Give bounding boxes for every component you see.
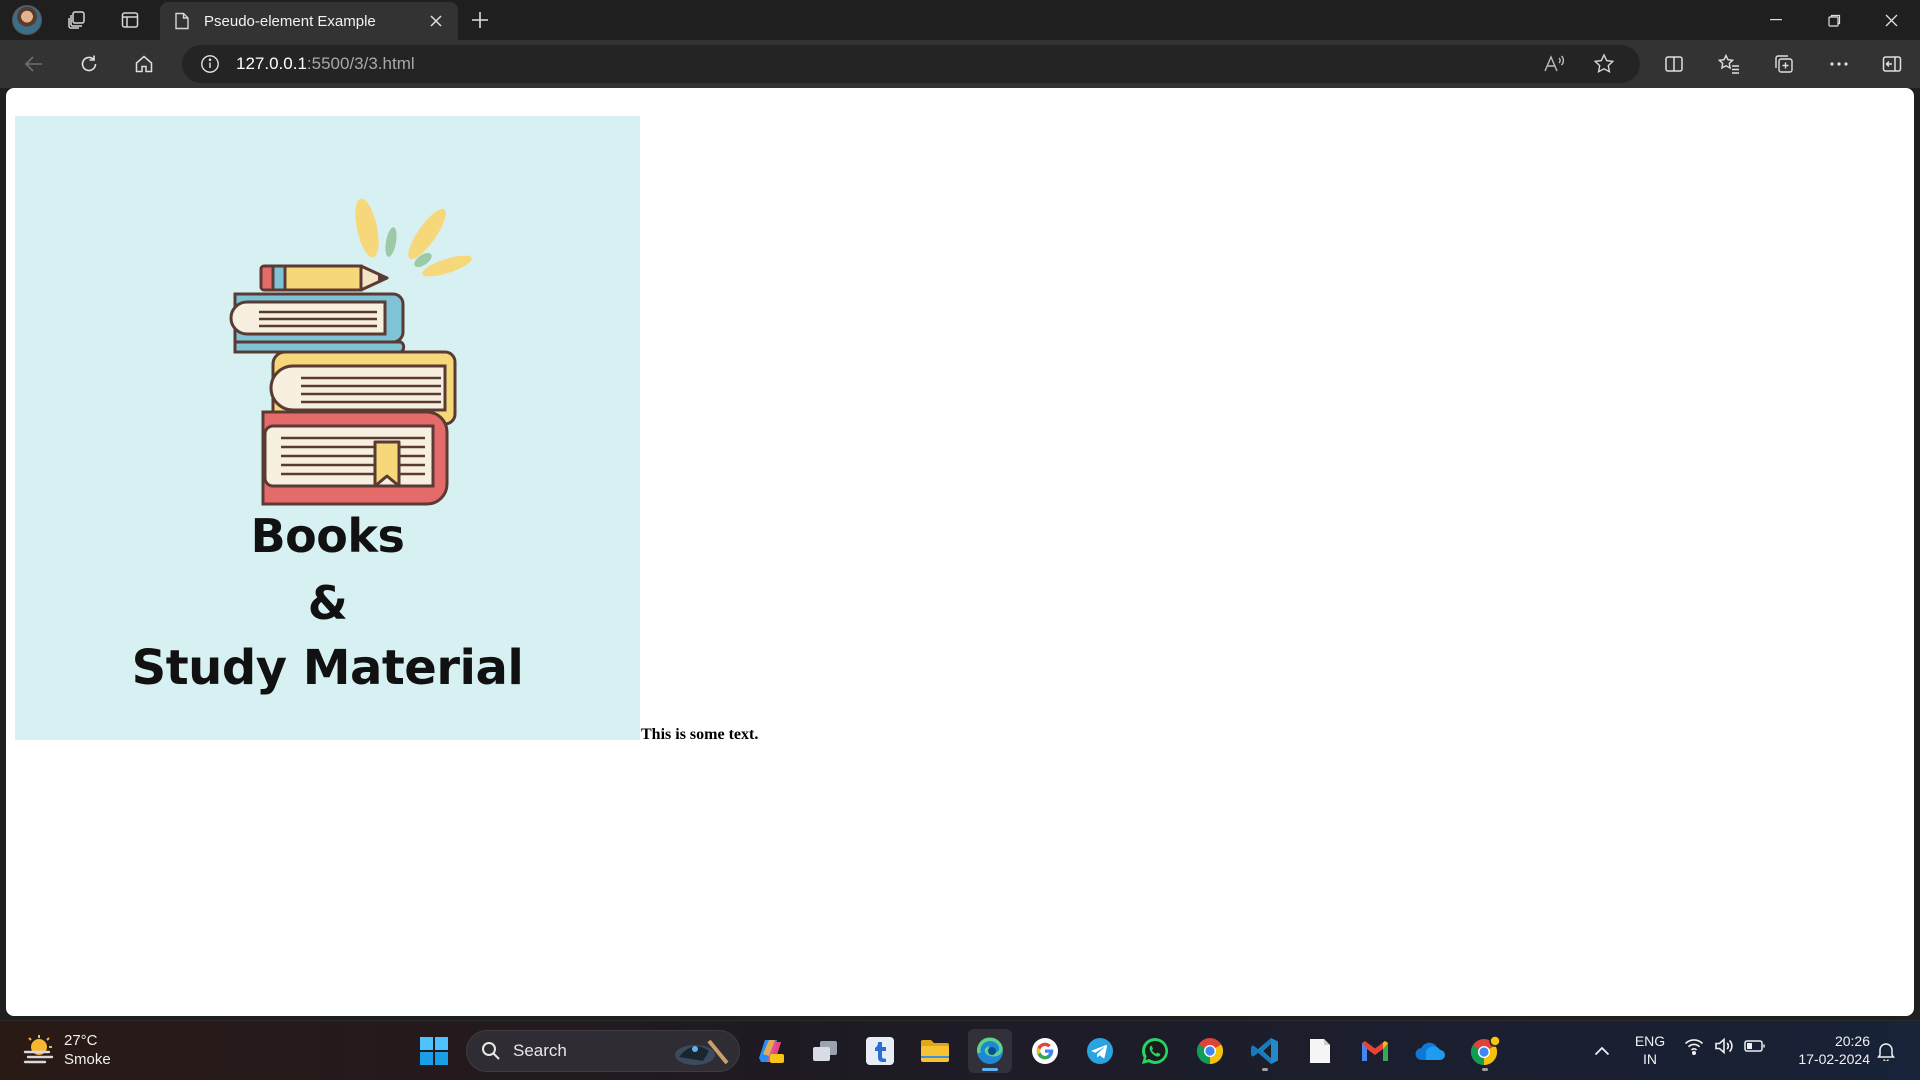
tab-title: Pseudo-element Example bbox=[204, 12, 376, 30]
url-host: 127.0.0.1 bbox=[236, 54, 307, 73]
address-bar[interactable]: 127.0.0.1:5500/3/3.html bbox=[182, 45, 1640, 83]
active-indicator bbox=[982, 1068, 998, 1071]
wifi-icon bbox=[1684, 1037, 1704, 1055]
notepad-icon[interactable] bbox=[1298, 1029, 1342, 1073]
url-path: :5500/3/3.html bbox=[306, 54, 415, 73]
poster-line-1: Books bbox=[250, 509, 405, 563]
taskbar: 27°C Smoke Search ENG IN 20:26 17-02-202… bbox=[0, 1020, 1920, 1080]
language-code: ENG bbox=[1634, 1033, 1666, 1049]
weather-temperature: 27°C bbox=[64, 1032, 98, 1049]
page-viewport: Books & Study Material This is some text… bbox=[6, 88, 1914, 1016]
whatsapp-icon[interactable] bbox=[1133, 1029, 1177, 1073]
tumblr-icon[interactable] bbox=[858, 1029, 902, 1073]
running-indicator bbox=[1262, 1068, 1268, 1071]
weather-description: Smoke bbox=[64, 1051, 111, 1068]
favorite-star-icon[interactable] bbox=[1585, 45, 1623, 83]
split-screen-icon[interactable] bbox=[1656, 48, 1692, 80]
address-toolbar: 127.0.0.1:5500/3/3.html bbox=[0, 40, 1920, 88]
tab-actions-icon[interactable] bbox=[114, 4, 146, 36]
new-tab-icon[interactable] bbox=[464, 4, 496, 36]
search-highlight-art-icon bbox=[675, 1039, 729, 1065]
page-text: This is some text. bbox=[641, 726, 759, 743]
chevron-up-icon[interactable] bbox=[1580, 1029, 1624, 1073]
chrome-canary-icon[interactable] bbox=[1463, 1029, 1507, 1073]
language-indicator[interactable]: ENG IN bbox=[1630, 1032, 1670, 1068]
profile-avatar[interactable] bbox=[12, 5, 42, 35]
pencil-shape bbox=[259, 264, 389, 292]
gmail-icon[interactable] bbox=[1353, 1029, 1397, 1073]
notification-bell-icon[interactable] bbox=[1864, 1029, 1908, 1073]
refresh-icon[interactable] bbox=[71, 48, 107, 80]
book-red bbox=[261, 410, 449, 506]
close-window-icon[interactable] bbox=[1862, 0, 1920, 40]
home-icon[interactable] bbox=[126, 48, 162, 80]
more-options-icon[interactable] bbox=[1821, 48, 1857, 80]
running-indicator bbox=[1482, 1068, 1488, 1071]
minimize-icon[interactable] bbox=[1747, 0, 1805, 40]
taskbar-search[interactable]: Search bbox=[466, 1030, 740, 1072]
sidebar-toggle-icon[interactable] bbox=[1874, 48, 1910, 80]
read-aloud-icon[interactable] bbox=[1535, 45, 1573, 83]
book-blue bbox=[229, 292, 406, 354]
language-region: IN bbox=[1643, 1051, 1657, 1067]
search-label: Search bbox=[513, 1041, 567, 1060]
tab-strip: Pseudo-element Example bbox=[0, 0, 1920, 40]
task-view-icon[interactable] bbox=[803, 1029, 847, 1073]
workspaces-icon[interactable] bbox=[61, 4, 93, 36]
favorites-icon[interactable] bbox=[1711, 48, 1747, 80]
clock-date: 17-02-2024 bbox=[1798, 1051, 1870, 1067]
search-icon bbox=[481, 1041, 501, 1061]
chrome-icon[interactable] bbox=[1188, 1029, 1232, 1073]
clock[interactable]: 20:26 17-02-2024 bbox=[1778, 1032, 1870, 1068]
battery-icon bbox=[1744, 1039, 1766, 1053]
page-document-icon bbox=[174, 12, 190, 30]
quick-settings[interactable] bbox=[1684, 1037, 1766, 1055]
volume-icon bbox=[1714, 1037, 1734, 1055]
edge-browser-icon[interactable] bbox=[968, 1029, 1012, 1073]
poster-line-2: & bbox=[307, 576, 348, 630]
back-icon[interactable] bbox=[16, 48, 52, 80]
hazy-sun-icon bbox=[22, 1034, 54, 1066]
collections-icon[interactable] bbox=[1766, 48, 1802, 80]
telegram-icon[interactable] bbox=[1078, 1029, 1122, 1073]
poster-line-3: Study Material bbox=[131, 640, 524, 696]
file-explorer-icon[interactable] bbox=[913, 1029, 957, 1073]
google-icon[interactable] bbox=[1023, 1029, 1067, 1073]
url-text: 127.0.0.1:5500/3/3.html bbox=[236, 54, 415, 74]
site-info-icon[interactable] bbox=[200, 54, 220, 74]
sparkle-strokes bbox=[355, 198, 472, 277]
start-windows-icon[interactable] bbox=[412, 1029, 456, 1073]
books-stack-illustration bbox=[229, 198, 472, 506]
copilot-icon[interactable] bbox=[748, 1029, 792, 1073]
onedrive-icon[interactable] bbox=[1408, 1029, 1452, 1073]
weather-widget[interactable]: 27°C Smoke bbox=[22, 1031, 111, 1069]
restore-icon[interactable] bbox=[1805, 0, 1863, 40]
tab-active[interactable]: Pseudo-element Example bbox=[160, 2, 458, 40]
vscode-icon[interactable] bbox=[1243, 1029, 1287, 1073]
books-image: Books & Study Material bbox=[15, 116, 640, 740]
page-body: Books & Study Material This is some text… bbox=[15, 116, 915, 756]
tab-close-icon[interactable] bbox=[426, 11, 446, 31]
clock-time: 20:26 bbox=[1834, 1033, 1870, 1049]
